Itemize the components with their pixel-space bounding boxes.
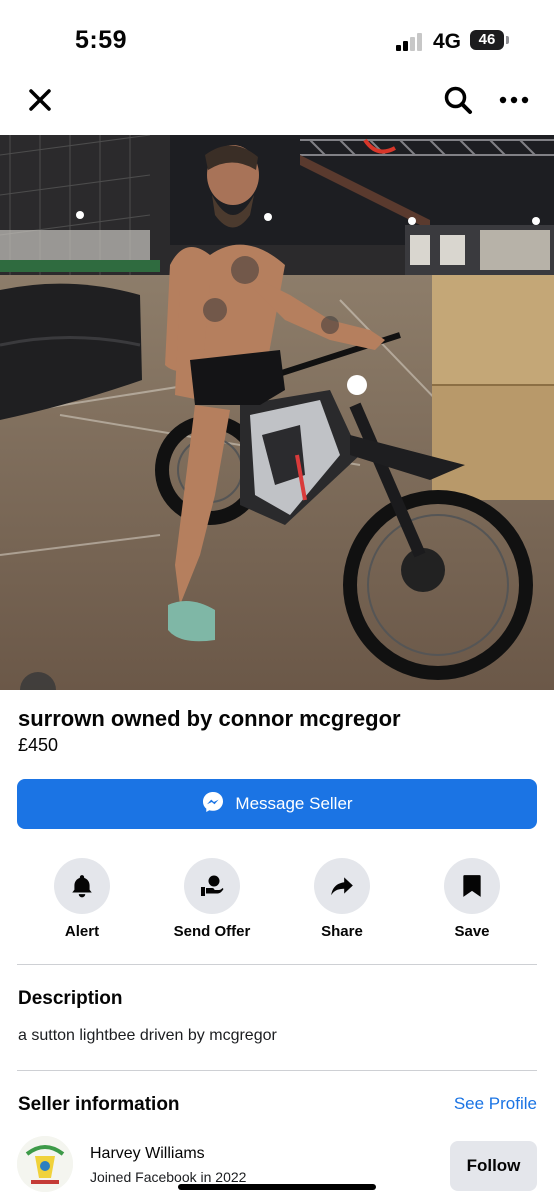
- listing-title: surrown owned by connor mcgregor: [18, 706, 401, 731]
- status-bar: 5:59 4G 46: [0, 0, 554, 70]
- share-label: Share: [321, 923, 363, 940]
- send-offer-button[interactable]: Send Offer: [147, 858, 277, 940]
- see-profile-link[interactable]: See Profile: [454, 1094, 537, 1114]
- messenger-icon: [201, 790, 225, 819]
- action-row: Alert Send Offer Share Save: [0, 858, 554, 948]
- send-offer-icon: [184, 858, 240, 914]
- listing-price: £450: [18, 735, 59, 755]
- share-button[interactable]: Share: [277, 858, 407, 940]
- send-offer-label: Send Offer: [173, 923, 251, 940]
- alert-button[interactable]: Alert: [17, 858, 147, 940]
- description-text: a sutton lightbee driven by mcgregor: [18, 1027, 277, 1044]
- bell-icon: [54, 858, 110, 914]
- share-icon: [314, 858, 370, 914]
- search-icon[interactable]: [440, 82, 476, 118]
- message-seller-label: Message Seller: [235, 794, 353, 813]
- status-time: 5:59: [75, 26, 128, 54]
- message-seller-button[interactable]: Message Seller: [17, 779, 537, 829]
- battery-icon: 46: [470, 30, 504, 50]
- close-icon[interactable]: [22, 82, 58, 118]
- top-nav-bar: [0, 70, 554, 130]
- seller-name[interactable]: Harvey Williams: [90, 1145, 205, 1163]
- more-options-icon[interactable]: [496, 82, 532, 118]
- home-indicator: [178, 1184, 376, 1190]
- avatar[interactable]: [17, 1136, 73, 1192]
- save-button[interactable]: Save: [407, 858, 537, 940]
- divider: [17, 964, 537, 965]
- save-label: Save: [454, 923, 490, 940]
- divider: [17, 1070, 537, 1071]
- listing-photo[interactable]: [0, 135, 554, 690]
- seller-joined-date: Joined Facebook in 2022: [90, 1169, 247, 1185]
- signal-strength-icon: [396, 33, 426, 51]
- alert-label: Alert: [64, 923, 100, 940]
- battery-tip: [506, 36, 509, 44]
- follow-button[interactable]: Follow: [450, 1141, 537, 1191]
- network-type: 4G: [433, 30, 462, 53]
- bookmark-icon: [444, 858, 500, 914]
- seller-info-heading: Seller information: [18, 1094, 180, 1115]
- description-heading: Description: [18, 988, 123, 1009]
